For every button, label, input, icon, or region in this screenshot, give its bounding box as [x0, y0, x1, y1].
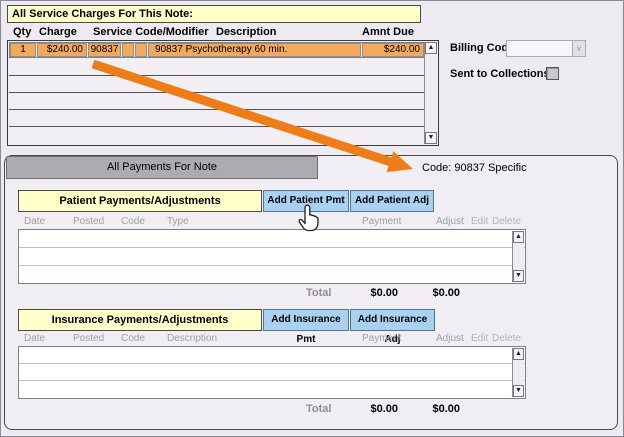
scroll-up-icon[interactable]: ▲ [513, 348, 524, 360]
insurance-total-label: Total [306, 403, 331, 415]
col-service-code: Service Code/Modifier [93, 26, 209, 38]
service-charges-scrollbar[interactable]: ▲ ▼ [424, 42, 437, 144]
cell-description: 90837 Psychotherapy 60 min. [148, 43, 361, 57]
cell-service-code: 90837 [88, 43, 121, 57]
icol-date: Date [24, 333, 45, 344]
service-charges-table: 1 $240.00 90837 90837 Psychotherapy 60 m… [7, 40, 439, 146]
billing-code-label: Billing Code [450, 42, 514, 54]
insurance-total-payment: $0.00 [353, 403, 398, 415]
col-amnt-due: Amnt Due [362, 26, 414, 38]
col-charge: Charge [39, 26, 77, 38]
pcol-code: Code [121, 216, 145, 227]
billing-code-dropdown[interactable]: ∨ [506, 40, 586, 57]
empty-row [9, 76, 425, 93]
icol-description: Description [167, 333, 217, 344]
scroll-down-icon[interactable]: ▼ [425, 132, 437, 144]
list-item [19, 347, 525, 364]
icol-posted: Posted [73, 333, 104, 344]
cell-modifier-1 [122, 43, 134, 57]
tab-code-specific[interactable]: Code: 90837 Specific [422, 162, 527, 174]
icol-delete: Delete [492, 333, 521, 344]
add-patient-pmt-button[interactable]: Add Patient Pmt [263, 190, 349, 212]
add-insurance-adj-button[interactable]: Add Insurance Adj [350, 309, 435, 331]
cell-charge: $240.00 [37, 43, 87, 57]
tab-all-payments[interactable]: All Payments For Note [6, 156, 318, 179]
pcol-edit: Edit [471, 216, 488, 227]
insurance-total-adjust: $0.00 [415, 403, 460, 415]
pcol-posted: Posted [73, 216, 104, 227]
scroll-down-icon[interactable]: ▼ [513, 385, 524, 397]
empty-row [9, 93, 425, 110]
service-charge-row-selected[interactable]: 1 $240.00 90837 90837 Psychotherapy 60 m… [9, 42, 425, 58]
col-qty: Qty [13, 26, 31, 38]
empty-row [9, 59, 425, 76]
sent-to-collections-label: Sent to Collections [450, 68, 550, 80]
pcol-payment: Payment [362, 216, 401, 227]
patient-total-payment: $0.00 [353, 287, 398, 299]
scroll-up-icon[interactable]: ▲ [513, 231, 524, 243]
chevron-down-icon[interactable]: ∨ [572, 41, 585, 56]
list-item [19, 381, 525, 397]
cell-amnt-due: $240.00 [362, 43, 424, 57]
icol-adjust: Adjust [436, 333, 464, 344]
patient-total-adjust: $0.00 [415, 287, 460, 299]
icol-payment: Payment [362, 333, 401, 344]
insurance-payments-scrollbar[interactable]: ▲ ▼ [512, 348, 524, 397]
list-item [19, 230, 525, 248]
empty-row [9, 127, 425, 144]
billing-window: All Service Charges For This Note: Qty C… [0, 0, 624, 437]
list-item [19, 248, 525, 266]
patient-payments-scrollbar[interactable]: ▲ ▼ [512, 231, 524, 282]
sent-to-collections-checkbox[interactable] [546, 67, 559, 80]
patient-payments-header: Patient Payments/Adjustments [18, 190, 262, 212]
icol-edit: Edit [471, 333, 488, 344]
pcol-adjust: Adjust [436, 216, 464, 227]
scroll-down-icon[interactable]: ▼ [513, 270, 524, 282]
service-charges-title: All Service Charges For This Note: [7, 5, 421, 23]
insurance-payments-list: ▲ ▼ [18, 346, 526, 399]
pcol-delete: Delete [492, 216, 521, 227]
cell-qty: 1 [10, 43, 36, 57]
pcol-type: Type [167, 216, 189, 227]
service-charges-empty-rows [9, 59, 425, 144]
scroll-up-icon[interactable]: ▲ [425, 42, 437, 54]
col-description: Description [216, 26, 277, 38]
empty-row [9, 110, 425, 127]
add-patient-adj-button[interactable]: Add Patient Adj [350, 190, 434, 212]
cell-modifier-2 [135, 43, 147, 57]
patient-payments-list: ▲ ▼ [18, 229, 526, 284]
patient-total-label: Total [306, 287, 331, 299]
pcol-date: Date [24, 216, 45, 227]
add-insurance-pmt-button[interactable]: Add Insurance Pmt [263, 309, 349, 331]
list-item [19, 364, 525, 381]
billing-code-value [507, 41, 572, 56]
icol-code: Code [121, 333, 145, 344]
insurance-payments-header: Insurance Payments/Adjustments [18, 309, 262, 331]
list-item [19, 266, 525, 282]
